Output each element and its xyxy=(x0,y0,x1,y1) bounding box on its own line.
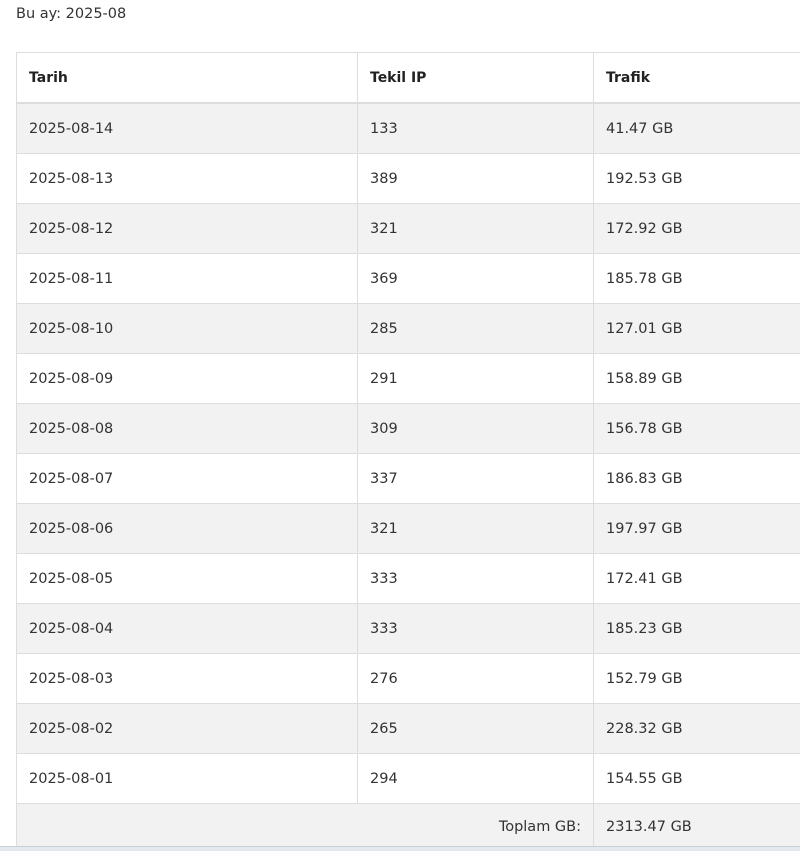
cell-date: 2025-08-03 xyxy=(17,654,358,704)
cell-unique-ip: 294 xyxy=(358,754,594,804)
cell-date: 2025-08-02 xyxy=(17,704,358,754)
total-row: Toplam GB: 2313.47 GB xyxy=(17,804,800,851)
cell-traffic: 156.78 GB xyxy=(594,404,800,454)
table-row: 2025-08-01294154.55 GB xyxy=(17,754,800,804)
cell-unique-ip: 369 xyxy=(358,254,594,304)
cell-traffic: 186.83 GB xyxy=(594,454,800,504)
cell-traffic: 127.01 GB xyxy=(594,304,800,354)
current-month-label: Bu ay: 2025-08 xyxy=(16,6,126,22)
cell-traffic: 152.79 GB xyxy=(594,654,800,704)
table-footer: Toplam GB: 2313.47 GB xyxy=(17,804,800,851)
cell-traffic: 41.47 GB xyxy=(594,103,800,154)
table-row: 2025-08-13389192.53 GB xyxy=(17,154,800,204)
cell-traffic: 185.23 GB xyxy=(594,604,800,654)
table-row: 2025-08-12321172.92 GB xyxy=(17,204,800,254)
cell-unique-ip: 321 xyxy=(358,504,594,554)
table-row: 2025-08-04333185.23 GB xyxy=(17,604,800,654)
table-row: 2025-08-11369185.78 GB xyxy=(17,254,800,304)
cell-traffic: 192.53 GB xyxy=(594,154,800,204)
cell-unique-ip: 276 xyxy=(358,654,594,704)
cell-unique-ip: 333 xyxy=(358,554,594,604)
cell-unique-ip: 309 xyxy=(358,404,594,454)
cell-date: 2025-08-09 xyxy=(17,354,358,404)
cell-date: 2025-08-07 xyxy=(17,454,358,504)
cell-unique-ip: 265 xyxy=(358,704,594,754)
table-header: Tarih Tekil IP Trafik xyxy=(17,53,800,104)
cell-unique-ip: 285 xyxy=(358,304,594,354)
cell-date: 2025-08-13 xyxy=(17,154,358,204)
cell-unique-ip: 321 xyxy=(358,204,594,254)
cell-date: 2025-08-12 xyxy=(17,204,358,254)
column-header-unique-ip: Tekil IP xyxy=(358,53,594,104)
table-row: 2025-08-10285127.01 GB xyxy=(17,304,800,354)
cell-date: 2025-08-10 xyxy=(17,304,358,354)
cell-date: 2025-08-11 xyxy=(17,254,358,304)
cell-date: 2025-08-14 xyxy=(17,103,358,154)
cell-date: 2025-08-04 xyxy=(17,604,358,654)
traffic-table: Tarih Tekil IP Trafik 2025-08-1413341.47… xyxy=(16,52,800,851)
cell-traffic: 197.97 GB xyxy=(594,504,800,554)
column-header-date: Tarih xyxy=(17,53,358,104)
cell-date: 2025-08-08 xyxy=(17,404,358,454)
cell-traffic: 185.78 GB xyxy=(594,254,800,304)
table-row: 2025-08-07337186.83 GB xyxy=(17,454,800,504)
table-body: 2025-08-1413341.47 GB2025-08-13389192.53… xyxy=(17,103,800,804)
cell-date: 2025-08-01 xyxy=(17,754,358,804)
table-row: 2025-08-08309156.78 GB xyxy=(17,404,800,454)
window-bottom-edge xyxy=(0,846,800,851)
table-row: 2025-08-05333172.41 GB xyxy=(17,554,800,604)
table-header-row: Tarih Tekil IP Trafik xyxy=(17,53,800,104)
cell-traffic: 158.89 GB xyxy=(594,354,800,404)
traffic-table-container: Tarih Tekil IP Trafik 2025-08-1413341.47… xyxy=(16,52,800,851)
cell-traffic: 154.55 GB xyxy=(594,754,800,804)
cell-unique-ip: 291 xyxy=(358,354,594,404)
cell-traffic: 228.32 GB xyxy=(594,704,800,754)
table-row: 2025-08-09291158.89 GB xyxy=(17,354,800,404)
table-row: 2025-08-1413341.47 GB xyxy=(17,103,800,154)
table-row: 2025-08-06321197.97 GB xyxy=(17,504,800,554)
table-row: 2025-08-03276152.79 GB xyxy=(17,654,800,704)
cell-date: 2025-08-05 xyxy=(17,554,358,604)
cell-unique-ip: 133 xyxy=(358,103,594,154)
total-value: 2313.47 GB xyxy=(594,804,800,851)
cell-unique-ip: 337 xyxy=(358,454,594,504)
cell-traffic: 172.41 GB xyxy=(594,554,800,604)
cell-traffic: 172.92 GB xyxy=(594,204,800,254)
cell-date: 2025-08-06 xyxy=(17,504,358,554)
table-row: 2025-08-02265228.32 GB xyxy=(17,704,800,754)
cell-unique-ip: 389 xyxy=(358,154,594,204)
total-label: Toplam GB: xyxy=(17,804,594,851)
column-header-traffic: Trafik xyxy=(594,53,800,104)
cell-unique-ip: 333 xyxy=(358,604,594,654)
